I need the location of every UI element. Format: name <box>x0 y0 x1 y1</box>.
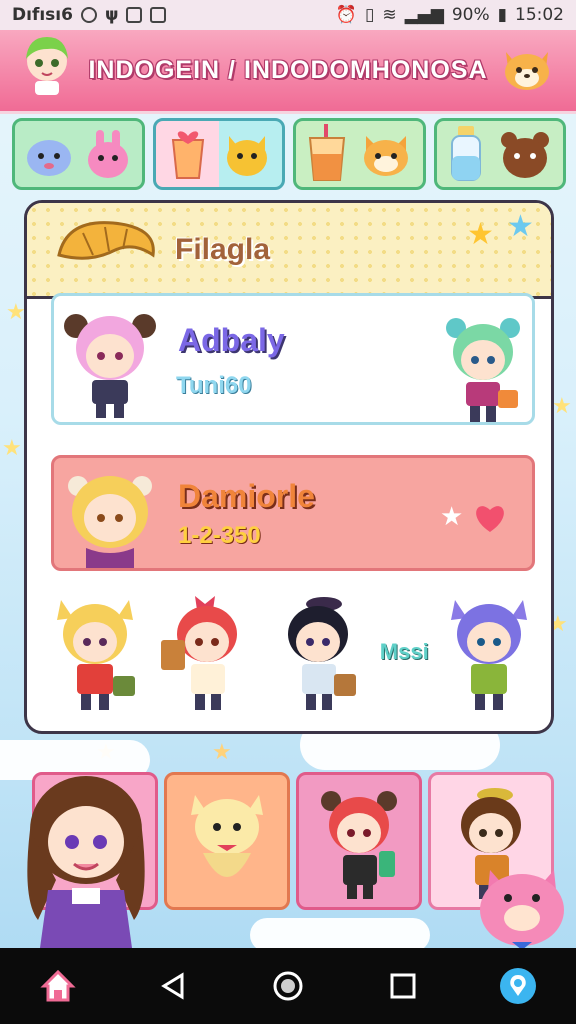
panel-title: Filagla <box>175 233 271 266</box>
shiba-dog-icon[interactable] <box>498 40 556 98</box>
star-icon: ★ <box>6 300 26 325</box>
card-subtitle: 1-2-350 <box>178 522 261 549</box>
star-icon: ★ <box>212 740 232 765</box>
pink-bunny-icon <box>87 130 128 178</box>
back-triangle-icon[interactable] <box>151 964 195 1008</box>
heart-drink-icon <box>171 131 204 179</box>
home-icon[interactable] <box>36 964 80 1008</box>
navigation-bar <box>0 948 576 1024</box>
category-tile-sweets[interactable] <box>152 118 285 190</box>
app-title: INDOGEIN / INDODOMHONOSA <box>88 56 488 84</box>
sync-icon <box>80 7 97 23</box>
category-tile-snacks[interactable] <box>433 118 566 190</box>
brown-hair-girl-icon[interactable] <box>16 770 156 948</box>
black-hair-boy-icon[interactable] <box>268 590 368 714</box>
star-icon: ★ <box>507 209 534 244</box>
clock: 15:02 <box>515 5 564 25</box>
cat-face-icon <box>364 136 409 176</box>
star-icon: ★ <box>2 436 22 461</box>
battery-icon: ▮ <box>497 5 507 25</box>
message-icon <box>150 7 167 23</box>
pink-hair-girl-icon <box>64 314 156 418</box>
milk-bottle-icon <box>451 126 482 181</box>
main-panel: Filagla ★ ★ Adbaly Tuni60 Damiorle 1-2-3… <box>24 200 554 734</box>
category-tile-monsters[interactable] <box>12 118 145 190</box>
status-bar: Dıfısı6 ψ ⏰ ▯ ≋ ▂▄▆ 90% ▮ 15:02 <box>0 0 576 30</box>
signal-icon: ▂▄▆ <box>404 5 444 25</box>
assistant-pin-icon[interactable] <box>496 964 540 1008</box>
category-tile-drinks[interactable] <box>293 118 426 190</box>
heart-icon[interactable] <box>472 502 508 534</box>
home-circle-icon[interactable] <box>266 964 310 1008</box>
usb-icon: ψ <box>104 5 119 25</box>
blue-blob-icon <box>26 140 71 176</box>
brown-bear-icon <box>501 132 550 178</box>
star-icon: ★ <box>467 217 494 252</box>
app-header: INDOGEIN / INDODOMHONOSA <box>0 30 576 114</box>
purple-hair-cat-girl-icon[interactable] <box>441 590 537 714</box>
pink-pig-icon[interactable] <box>470 862 574 962</box>
status-right: ⏰ ▯ ≋ ▂▄▆ 90% ▮ 15:02 <box>336 5 564 25</box>
star-icon: ★ <box>440 502 464 532</box>
alarm-icon: ⏰ <box>335 5 357 25</box>
wifi-icon: ≋ <box>382 5 397 25</box>
panel-header: Filagla ★ ★ <box>27 203 551 299</box>
teal-hair-girl-icon <box>446 318 520 422</box>
orange-cat-icon <box>226 136 267 176</box>
croissant-icon <box>57 221 155 260</box>
bottom-tile-3[interactable] <box>296 772 422 910</box>
image-icon <box>126 7 143 23</box>
status-carrier-text: Dıfısı6 <box>12 5 73 25</box>
red-hair-girl-icon[interactable] <box>155 590 255 714</box>
blonde-cat-girl-icon[interactable] <box>47 590 143 714</box>
vibrate-icon: ▯ <box>365 5 375 25</box>
battery-percent: 90% <box>451 5 490 25</box>
green-hair-chibi-icon[interactable] <box>18 36 76 95</box>
card-name: Adbaly <box>178 322 285 358</box>
cloud-decoration <box>250 918 430 952</box>
character-card-damiorle[interactable]: Damiorle 1-2-350 ★ <box>51 455 535 571</box>
card-subtitle: Tuni60 <box>176 372 252 399</box>
character-row: Mssi <box>47 587 537 717</box>
blonde-girl-icon <box>68 476 152 568</box>
red-hair-bear-girl-icon <box>321 791 397 899</box>
row-tag: Mssi <box>379 639 429 664</box>
character-card-adbaly[interactable]: Adbaly Tuni60 <box>51 293 535 425</box>
card-name: Damiorle <box>178 478 315 514</box>
bubble-tea-icon <box>309 124 346 181</box>
cream-cat-icon <box>191 795 263 877</box>
star-icon: ★ <box>552 394 572 419</box>
category-row <box>12 118 566 190</box>
bottom-tile-2[interactable] <box>164 772 290 910</box>
status-left: Dıfısı6 ψ <box>12 5 167 25</box>
recents-square-icon[interactable] <box>381 964 425 1008</box>
